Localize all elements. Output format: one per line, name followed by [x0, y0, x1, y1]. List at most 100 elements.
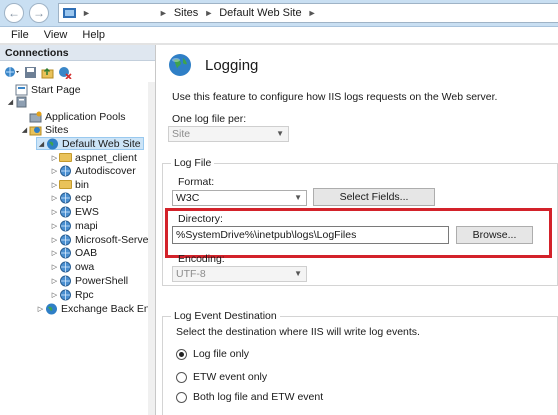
expand-toggle-icon[interactable]: ▷	[50, 208, 59, 216]
breadcrumb-default-web-site[interactable]: Default Web Site	[219, 7, 301, 19]
breadcrumb-arrow-icon: ►	[307, 8, 317, 18]
title-bar: ← → ► ► Sites ► Default Web Site ►	[0, 0, 558, 27]
tree-item[interactable]: ◢ Sites	[20, 123, 69, 136]
expand-toggle-icon[interactable]: ▷	[50, 249, 59, 257]
log-file-group-title: Log File	[171, 157, 215, 169]
server-icon	[15, 96, 28, 108]
radio-dot[interactable]	[176, 391, 187, 403]
chevron-down-icon: ▼	[294, 269, 302, 278]
save-icon[interactable]	[24, 66, 37, 79]
expand-toggle-icon[interactable]: ▷	[50, 167, 59, 175]
address-bar[interactable]: ► ► Sites ► Default Web Site ►	[58, 3, 558, 23]
expand-toggle-icon[interactable]: ◢	[6, 98, 15, 106]
one-log-file-select[interactable]: Site ▼	[168, 126, 289, 142]
encoding-select[interactable]: UTF-8 ▼	[172, 266, 307, 282]
tree-item-label: Microsoft-Server-A	[75, 233, 156, 246]
directory-label: Directory:	[178, 213, 223, 225]
menu-bar: File View Help	[0, 27, 558, 43]
encoding-label: Encoding:	[178, 253, 225, 265]
tree-item[interactable]: ▷ aspnet_client	[50, 151, 137, 164]
format-label: Format:	[178, 176, 215, 188]
tree-item-label: Autodiscover	[75, 164, 136, 177]
connect-globe-icon[interactable]	[4, 65, 20, 79]
tree-scrollbar[interactable]	[148, 82, 155, 415]
breadcrumb-arrow-icon: ►	[158, 8, 168, 18]
radio-log-file-only[interactable]: Log file only	[176, 348, 249, 360]
start-page-icon	[15, 84, 28, 96]
app-icon	[59, 165, 72, 177]
app-icon	[59, 247, 72, 259]
disconnect-icon[interactable]	[58, 66, 72, 79]
tree-item[interactable]: ▷ Rpc	[50, 288, 94, 301]
expand-toggle-icon[interactable]: ▷	[50, 291, 59, 299]
tree-item-label: owa	[75, 260, 95, 273]
format-select[interactable]: W3C ▼	[172, 190, 307, 206]
expand-toggle-icon[interactable]: ▷	[50, 194, 59, 202]
app-icon	[59, 289, 72, 301]
radio-dot-checked[interactable]	[176, 348, 187, 360]
tree-item[interactable]: ▷ Autodiscover	[50, 164, 136, 177]
log-event-description: Select the destination where IIS will wr…	[176, 326, 420, 338]
expand-toggle-icon[interactable]: ◢	[20, 126, 29, 134]
expand-toggle-icon[interactable]: ▷	[50, 236, 59, 244]
select-fields-button[interactable]: Select Fields...	[313, 188, 435, 206]
browse-button[interactable]: Browse...	[456, 226, 533, 244]
tree-item-label: bin	[75, 178, 90, 191]
globe-icon	[45, 303, 58, 315]
tree-item[interactable]: ▷ mapi	[50, 219, 98, 232]
one-log-file-label: One log file per:	[172, 113, 247, 125]
breadcrumb-arrow-icon: ►	[82, 8, 91, 18]
tree-item-label: Application Pools	[45, 110, 126, 123]
app-icon	[59, 220, 72, 232]
app-icon	[59, 275, 72, 287]
one-log-file-value: Site	[172, 128, 191, 140]
tree-item[interactable]: ▷ Microsoft-Server-A	[50, 233, 156, 246]
iis-manager-icon	[63, 7, 76, 18]
directory-input[interactable]: %SystemDrive%\inetpub\logs\LogFiles	[172, 226, 449, 244]
app-icon	[59, 192, 72, 204]
tree-item[interactable]: Application Pools	[20, 110, 126, 123]
tree-item[interactable]: ▷ Exchange Back End	[36, 302, 156, 315]
radio-label: Both log file and ETW event	[193, 391, 324, 403]
forward-arrow-icon: →	[33, 6, 45, 20]
expand-toggle-icon[interactable]: ▷	[50, 222, 59, 230]
back-arrow-icon: ←	[8, 6, 20, 20]
menu-view[interactable]: View	[44, 29, 68, 41]
radio-label: ETW event only	[193, 371, 268, 383]
up-folder-icon[interactable]	[41, 66, 54, 79]
tree-item[interactable]: ▷ EWS	[50, 205, 99, 218]
radio-dot[interactable]	[176, 371, 187, 383]
tree-item-label: Rpc	[75, 288, 94, 301]
tree-item[interactable]: ▷ OAB	[50, 246, 97, 259]
expand-toggle-icon[interactable]: ▷	[50, 181, 59, 189]
expand-toggle-icon[interactable]: ▷	[36, 305, 45, 313]
radio-etw-event-only[interactable]: ETW event only	[176, 371, 267, 383]
chevron-down-icon: ▼	[276, 129, 284, 138]
tree-item[interactable]: ▷ ecp	[50, 191, 92, 204]
tree-item-label: EWS	[75, 205, 99, 218]
expand-toggle-icon[interactable]: ▷	[50, 277, 59, 285]
expand-toggle-icon[interactable]: ▷	[50, 263, 59, 271]
tree-item-label: Exchange Back End	[61, 302, 156, 315]
menu-help[interactable]: Help	[82, 29, 105, 41]
app-icon	[59, 261, 72, 273]
back-button[interactable]: ←	[4, 3, 24, 23]
tree-item[interactable]: ◢ Default Web Site	[36, 137, 144, 150]
connections-toolbar	[0, 61, 155, 83]
tree-item[interactable]: ▷ PowerShell	[50, 274, 128, 287]
forward-button[interactable]: →	[29, 3, 49, 23]
expand-toggle-icon[interactable]: ◢	[37, 140, 46, 148]
page-description: Use this feature to configure how IIS lo…	[172, 91, 498, 103]
tree-item-label: OAB	[75, 246, 98, 259]
tree-item[interactable]: ▷ owa	[50, 260, 94, 273]
menu-file[interactable]: File	[11, 29, 29, 41]
radio-label: Log file only	[193, 348, 250, 360]
radio-both-log-file-and-etw[interactable]: Both log file and ETW event	[176, 391, 323, 403]
breadcrumb-arrow-icon: ►	[204, 8, 214, 18]
tree-item[interactable]: ◢	[6, 95, 31, 108]
expand-toggle-icon[interactable]: ▷	[50, 154, 59, 162]
breadcrumb-sites[interactable]: Sites	[174, 7, 198, 19]
app-pools-icon	[29, 111, 42, 123]
tree-item[interactable]: ▷ bin	[50, 178, 89, 191]
app-icon	[59, 206, 72, 218]
